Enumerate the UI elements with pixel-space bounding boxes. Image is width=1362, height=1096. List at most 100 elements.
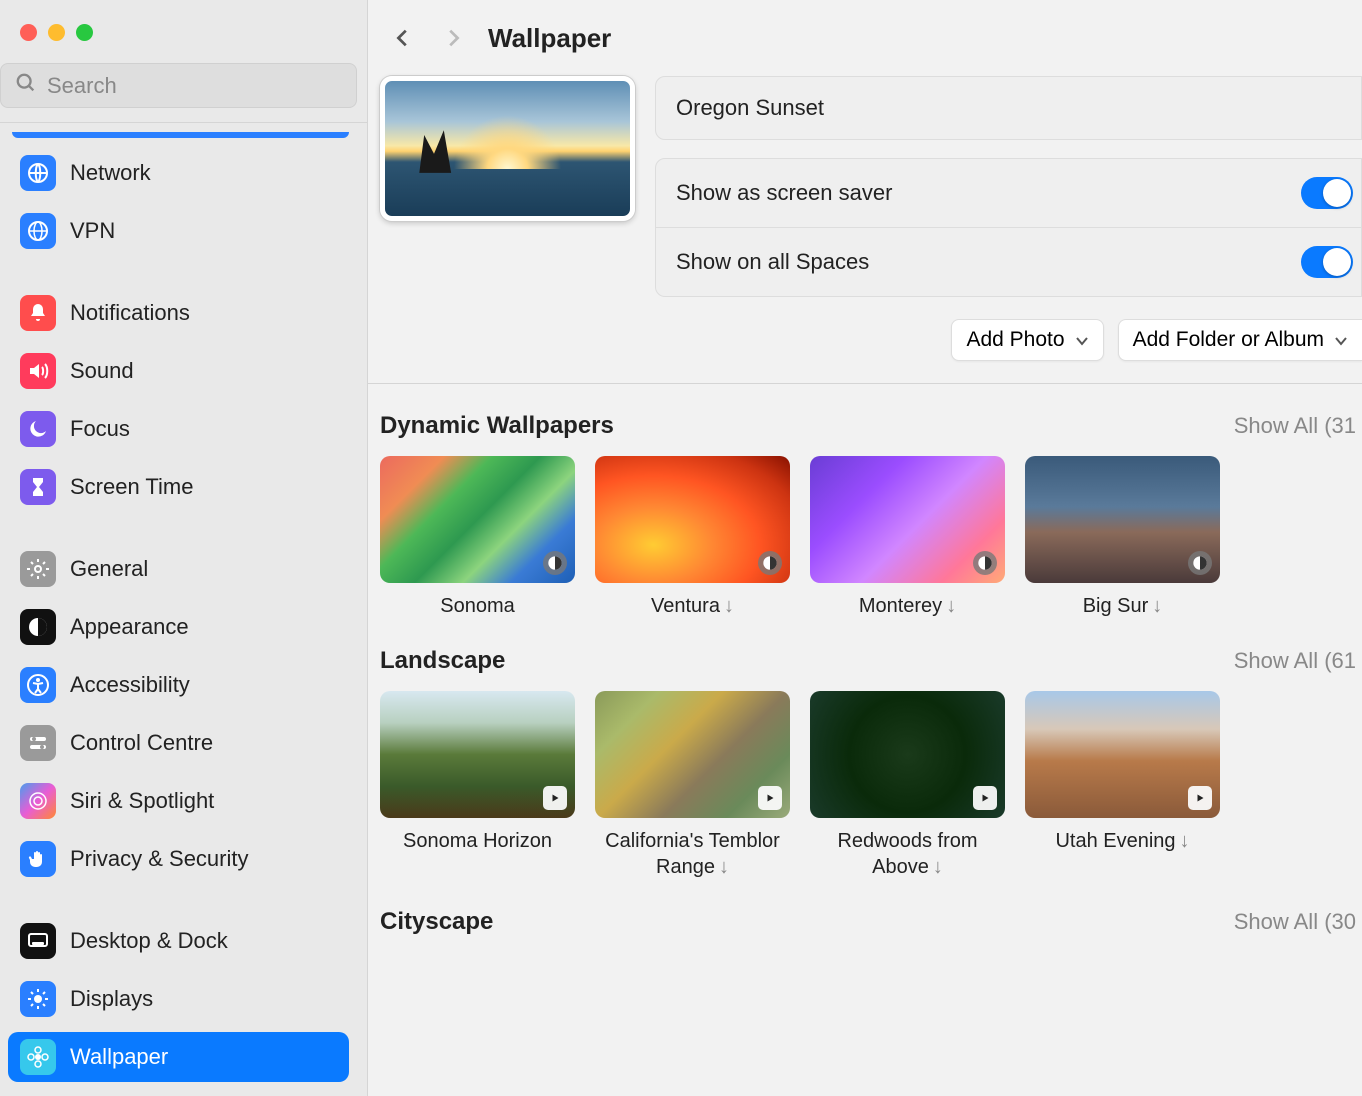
globe-net-icon bbox=[20, 213, 56, 249]
all-spaces-label: Show on all Spaces bbox=[676, 249, 869, 275]
dynamic-badge-icon bbox=[973, 551, 997, 575]
page-title: Wallpaper bbox=[488, 23, 611, 54]
sidebar-label: Accessibility bbox=[70, 672, 190, 698]
sidebar-label: Siri & Spotlight bbox=[70, 788, 214, 814]
sidebar-item-sound[interactable]: Sound bbox=[8, 346, 349, 396]
section-title-cityscape: Cityscape bbox=[380, 908, 493, 936]
sidebar-item-desktop-dock[interactable]: Desktop & Dock bbox=[8, 916, 349, 966]
screen-saver-row: Show as screen saver bbox=[655, 158, 1362, 228]
wallpaper-scroll-area[interactable]: Dynamic Wallpapers Show All (31 Sonoma V… bbox=[368, 384, 1362, 1096]
sidebar-item-siri-spotlight[interactable]: Siri & Spotlight bbox=[8, 776, 349, 826]
siri-icon bbox=[20, 783, 56, 819]
search-box[interactable] bbox=[0, 63, 357, 108]
show-all-dynamic-button[interactable]: Show All (31 bbox=[1234, 413, 1356, 439]
sidebar-item-network[interactable]: Network bbox=[8, 148, 349, 198]
wallpaper-thumb-ventura[interactable]: Ventura↓ bbox=[595, 456, 790, 619]
sidebar-item-accessibility[interactable]: Accessibility bbox=[8, 660, 349, 710]
header: Wallpaper bbox=[368, 0, 1362, 76]
add-folder-button[interactable]: Add Folder or Album bbox=[1118, 319, 1362, 361]
sidebar-item-cutoff[interactable] bbox=[12, 132, 349, 138]
sidebar-item-general[interactable]: General bbox=[8, 544, 349, 594]
sidebar-label: Notifications bbox=[70, 300, 190, 326]
main-content: Wallpaper Oregon Sunset Show as screen s… bbox=[368, 0, 1362, 1096]
speaker-icon bbox=[20, 353, 56, 389]
search-input[interactable] bbox=[47, 73, 342, 99]
switches-icon bbox=[20, 725, 56, 761]
download-icon: ↓ bbox=[1152, 595, 1162, 617]
dock-icon bbox=[20, 923, 56, 959]
screen-saver-toggle[interactable] bbox=[1301, 177, 1353, 209]
sidebar-label: Screen Time bbox=[70, 474, 194, 500]
sidebar-label: Control Centre bbox=[70, 730, 213, 756]
moon-icon bbox=[20, 411, 56, 447]
sidebar-label: Wallpaper bbox=[70, 1044, 168, 1070]
wallpaper-thumb-redwoods[interactable]: Redwoods from Above↓ bbox=[810, 691, 1005, 880]
current-wallpaper-preview[interactable] bbox=[380, 76, 635, 221]
screen-saver-label: Show as screen saver bbox=[676, 180, 892, 206]
sidebar-item-vpn[interactable]: VPN bbox=[8, 206, 349, 256]
download-icon: ↓ bbox=[946, 595, 956, 617]
download-icon: ↓ bbox=[933, 856, 943, 878]
show-all-landscape-button[interactable]: Show All (61 bbox=[1234, 648, 1356, 674]
sidebar-label: Focus bbox=[70, 416, 130, 442]
current-wallpaper-name: Oregon Sunset bbox=[676, 95, 824, 120]
search-icon bbox=[15, 72, 37, 99]
sidebar-item-wallpaper[interactable]: Wallpaper bbox=[8, 1032, 349, 1082]
wallpaper-thumb-bigsur[interactable]: Big Sur↓ bbox=[1025, 456, 1220, 619]
fullscreen-window-button[interactable] bbox=[76, 24, 93, 41]
download-icon: ↓ bbox=[724, 595, 734, 617]
hand-icon bbox=[20, 841, 56, 877]
sidebar-item-screen-time[interactable]: Screen Time bbox=[8, 462, 349, 512]
sun-icon bbox=[20, 981, 56, 1017]
sidebar-label: Desktop & Dock bbox=[70, 928, 228, 954]
add-photo-button[interactable]: Add Photo bbox=[951, 319, 1103, 361]
wallpaper-name-row: Oregon Sunset bbox=[655, 76, 1362, 140]
back-button[interactable] bbox=[378, 18, 428, 58]
wallpaper-thumb-california-temblor[interactable]: California's Temblor Range↓ bbox=[595, 691, 790, 880]
sidebar-item-notifications[interactable]: Notifications bbox=[8, 288, 349, 338]
download-icon: ↓ bbox=[719, 856, 729, 878]
window-controls bbox=[0, 0, 367, 63]
section-title-landscape: Landscape bbox=[380, 647, 505, 675]
wallpaper-thumb-monterey[interactable]: Monterey↓ bbox=[810, 456, 1005, 619]
chevron-down-icon bbox=[1075, 328, 1089, 352]
globe-icon bbox=[20, 155, 56, 191]
play-badge-icon bbox=[543, 786, 567, 810]
wallpaper-thumb-utah-evening[interactable]: Utah Evening↓ bbox=[1025, 691, 1220, 880]
play-badge-icon bbox=[973, 786, 997, 810]
sidebar-item-control-centre[interactable]: Control Centre bbox=[8, 718, 349, 768]
chevron-down-icon bbox=[1334, 328, 1348, 352]
all-spaces-row: Show on all Spaces bbox=[655, 228, 1362, 297]
sidebar-label: Displays bbox=[70, 986, 153, 1012]
dynamic-badge-icon bbox=[758, 551, 782, 575]
sidebar-label: Appearance bbox=[70, 614, 189, 640]
sidebar-item-privacy-security[interactable]: Privacy & Security bbox=[8, 834, 349, 884]
wallpaper-thumb-sonoma-horizon[interactable]: Sonoma Horizon bbox=[380, 691, 575, 880]
sidebar-label: Privacy & Security bbox=[70, 846, 249, 872]
sidebar-label: General bbox=[70, 556, 148, 582]
flower-icon bbox=[20, 1039, 56, 1075]
contrast-icon bbox=[20, 609, 56, 645]
action-row: Add Photo Add Folder or Album bbox=[368, 297, 1362, 383]
sidebar-label: Sound bbox=[70, 358, 134, 384]
section-title-dynamic: Dynamic Wallpapers bbox=[380, 412, 614, 440]
play-badge-icon bbox=[758, 786, 782, 810]
all-spaces-toggle[interactable] bbox=[1301, 246, 1353, 278]
bell-icon bbox=[20, 295, 56, 331]
sidebar-item-focus[interactable]: Focus bbox=[8, 404, 349, 454]
forward-button[interactable] bbox=[428, 18, 478, 58]
sidebar-label: Network bbox=[70, 160, 151, 186]
dynamic-badge-icon bbox=[543, 551, 567, 575]
minimize-window-button[interactable] bbox=[48, 24, 65, 41]
play-badge-icon bbox=[1188, 786, 1212, 810]
gear-icon bbox=[20, 551, 56, 587]
hourglass-icon bbox=[20, 469, 56, 505]
sidebar-item-displays[interactable]: Displays bbox=[8, 974, 349, 1024]
show-all-cityscape-button[interactable]: Show All (30 bbox=[1234, 909, 1356, 935]
sidebar: Network VPN Notifications Sound Focus Sc… bbox=[0, 0, 368, 1096]
wallpaper-thumb-sonoma[interactable]: Sonoma bbox=[380, 456, 575, 619]
sidebar-item-appearance[interactable]: Appearance bbox=[8, 602, 349, 652]
sidebar-list: Network VPN Notifications Sound Focus Sc… bbox=[0, 132, 367, 1096]
person-icon bbox=[20, 667, 56, 703]
close-window-button[interactable] bbox=[20, 24, 37, 41]
